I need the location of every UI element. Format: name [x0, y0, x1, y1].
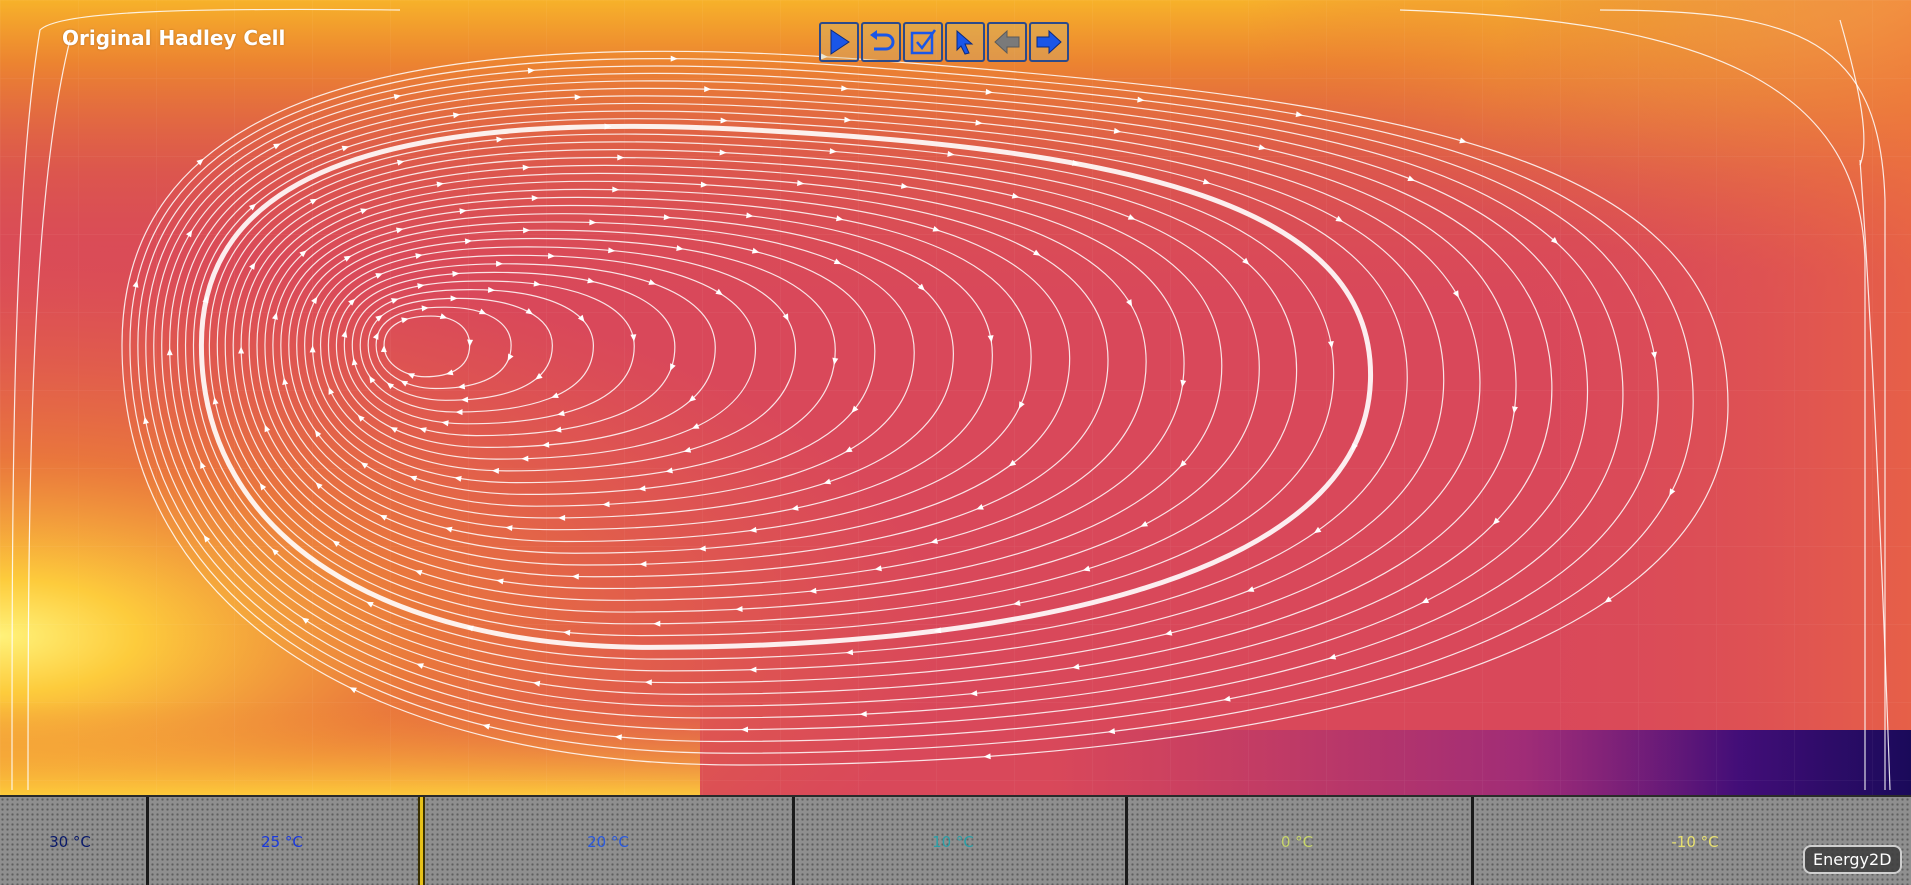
select-button[interactable]: [945, 22, 985, 62]
energy2d-app: Original Hadley Cell 30 °C 25 °C 20 °C 1…: [0, 0, 1911, 885]
zone-divider: [1125, 797, 1128, 885]
zone-label-6: -10 °C: [1671, 833, 1719, 851]
temperature-field: [0, 0, 1911, 795]
play-icon: [830, 29, 850, 55]
reload-button[interactable]: [903, 22, 943, 62]
arrow-right-icon: [1036, 29, 1062, 55]
toolbar: [819, 22, 1069, 62]
heater-marker[interactable]: [418, 797, 425, 885]
run-button[interactable]: [819, 22, 859, 62]
zone-label-4: 10 °C: [932, 833, 974, 851]
brand-badge[interactable]: Energy2D: [1803, 845, 1902, 874]
reset-icon: [870, 30, 895, 51]
reload-icon: [910, 29, 937, 55]
zone-label-3: 20 °C: [587, 833, 629, 851]
previous-button[interactable]: [987, 22, 1027, 62]
reset-button[interactable]: [861, 22, 901, 62]
next-button[interactable]: [1029, 22, 1069, 62]
zone-label-2: 25 °C: [261, 833, 303, 851]
pointer-icon: [956, 29, 974, 55]
simulation-view[interactable]: Original Hadley Cell: [0, 0, 1911, 795]
simulation-title: Original Hadley Cell: [62, 26, 286, 50]
zone-divider: [146, 797, 149, 885]
zone-label-1: 30 °C: [49, 833, 91, 851]
ground-strip: 30 °C 25 °C 20 °C 10 °C 0 °C -10 °C: [0, 795, 1911, 885]
arrow-left-icon: [994, 29, 1020, 55]
zone-label-5: 0 °C: [1280, 833, 1314, 851]
zone-divider: [1471, 797, 1474, 885]
zone-divider: [792, 797, 795, 885]
